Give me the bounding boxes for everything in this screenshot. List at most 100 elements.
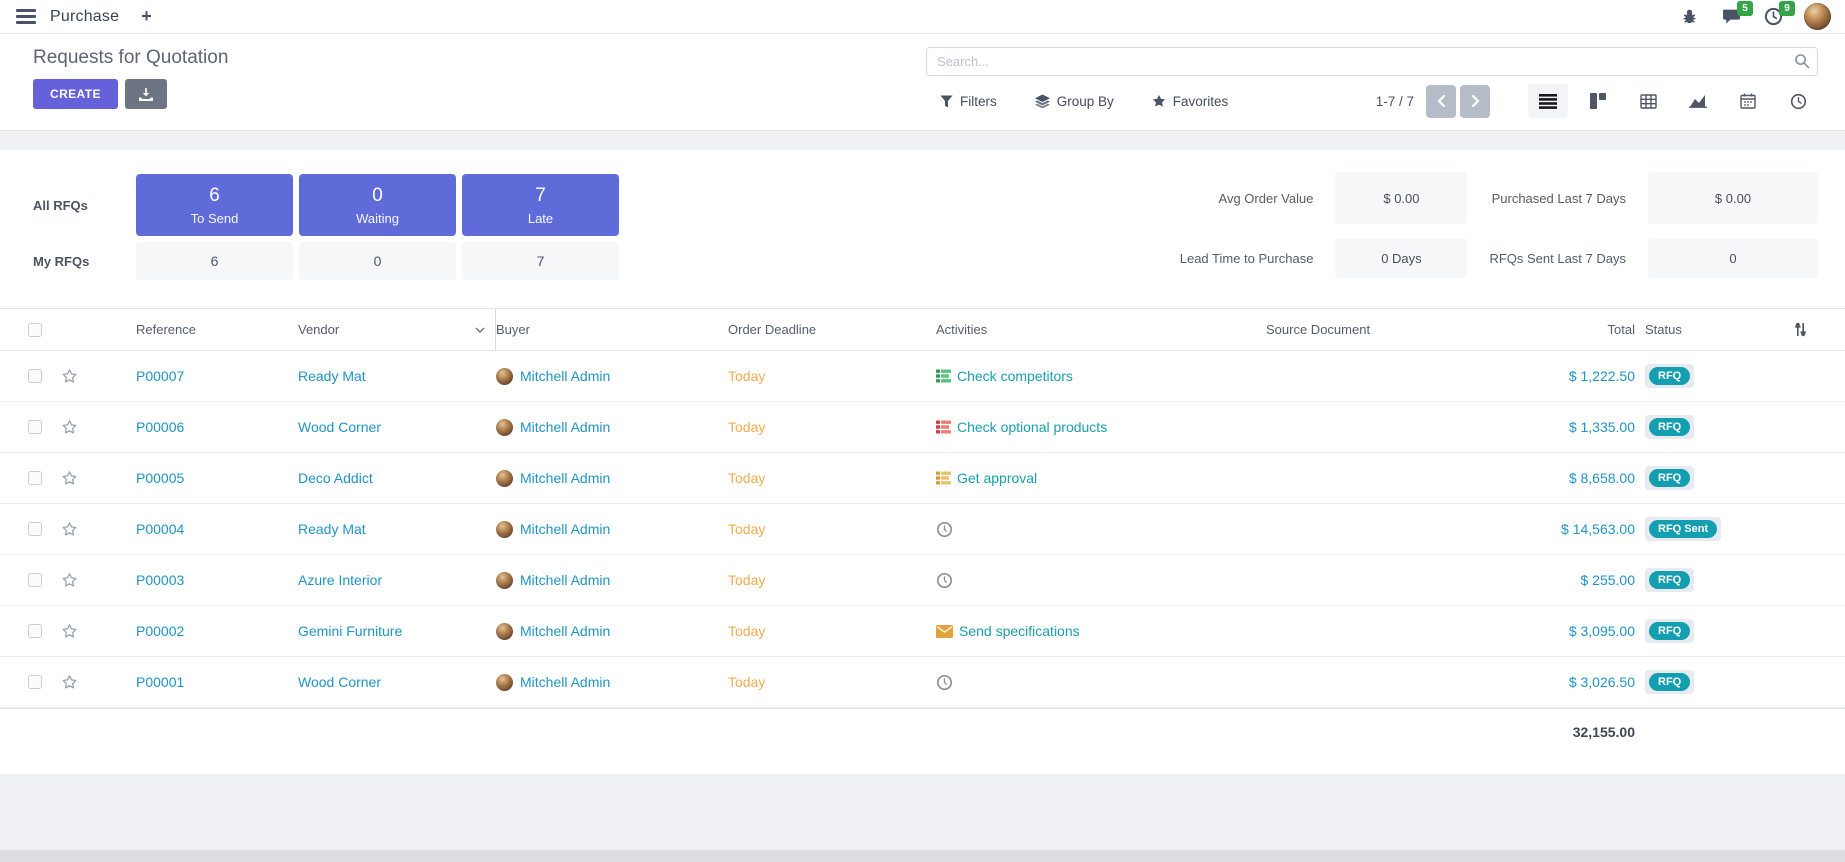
favorites-button[interactable]: Favorites — [1152, 94, 1229, 109]
activity-cell[interactable]: Check optional products — [936, 402, 1266, 452]
favorite-toggle[interactable] — [60, 351, 112, 401]
favorite-toggle[interactable] — [60, 504, 112, 554]
row-checkbox[interactable] — [28, 471, 42, 485]
activity-cell[interactable] — [936, 504, 1266, 554]
header-vendor[interactable]: Vendor — [274, 309, 496, 350]
row-checkbox[interactable] — [28, 573, 42, 587]
table-row[interactable]: P00007 Ready Mat Mitchell Admin Today Ch… — [0, 351, 1845, 402]
table-row[interactable]: P00003 Azure Interior Mitchell Admin Tod… — [0, 555, 1845, 606]
reference-link[interactable]: P00005 — [112, 453, 274, 503]
reference-link[interactable]: P00007 — [112, 351, 274, 401]
header-reference[interactable]: Reference — [112, 309, 274, 350]
search-icon[interactable] — [1794, 53, 1810, 69]
activity-label: Check optional products — [957, 419, 1107, 435]
header-activities[interactable]: Activities — [936, 309, 1266, 350]
activity-view-button[interactable] — [1778, 84, 1818, 118]
search-input[interactable] — [926, 47, 1818, 76]
user-avatar[interactable] — [1804, 3, 1831, 30]
activity-cell[interactable] — [936, 555, 1266, 605]
source-document — [1266, 504, 1466, 554]
kanban-view-button[interactable] — [1578, 84, 1618, 118]
activities-icon[interactable]: 9 — [1762, 6, 1784, 28]
row-checkbox[interactable] — [28, 522, 42, 536]
adjust-columns-button[interactable] — [1755, 309, 1845, 350]
reference-link[interactable]: P00003 — [112, 555, 274, 605]
pager-range: 1-7 / 7 — [1376, 94, 1414, 109]
new-window-icon[interactable]: + — [141, 6, 152, 27]
pager-next-button[interactable] — [1460, 85, 1490, 118]
vendor-link[interactable]: Ready Mat — [274, 351, 496, 401]
status-badge: RFQ — [1645, 568, 1694, 592]
vendor-link[interactable]: Azure Interior — [274, 555, 496, 605]
activity-cell[interactable] — [936, 657, 1266, 707]
source-document — [1266, 351, 1466, 401]
my-late-card[interactable]: 7 — [462, 242, 619, 280]
app-name[interactable]: Purchase — [50, 8, 119, 26]
calendar-view-icon — [1740, 93, 1756, 109]
status-badge: RFQ — [1645, 619, 1694, 643]
table-row[interactable]: P00004 Ready Mat Mitchell Admin Today $ … — [0, 504, 1845, 555]
kpi-card-late[interactable]: 7 Late — [462, 174, 619, 236]
vendor-link[interactable]: Ready Mat — [274, 504, 496, 554]
calendar-view-button[interactable] — [1728, 84, 1768, 118]
buyer-cell: Mitchell Admin — [496, 402, 728, 452]
graph-view-button[interactable] — [1678, 84, 1718, 118]
favorite-toggle[interactable] — [60, 657, 112, 707]
header-status[interactable]: Status — [1635, 309, 1755, 350]
table-row[interactable]: P00006 Wood Corner Mitchell Admin Today … — [0, 402, 1845, 453]
group-by-button[interactable]: Group By — [1035, 94, 1114, 109]
reference-link[interactable]: P00006 — [112, 402, 274, 452]
vendor-link[interactable]: Wood Corner — [274, 402, 496, 452]
table-row[interactable]: P00002 Gemini Furniture Mitchell Admin T… — [0, 606, 1845, 657]
table-row[interactable]: P00001 Wood Corner Mitchell Admin Today … — [0, 657, 1845, 708]
activity-label: Send specifications — [959, 623, 1080, 639]
buyer-avatar — [496, 368, 513, 385]
row-checkbox[interactable] — [28, 369, 42, 383]
activity-cell[interactable]: Send specifications — [936, 606, 1266, 656]
horizontal-scrollbar[interactable] — [0, 850, 1845, 862]
reference-link[interactable]: P00004 — [112, 504, 274, 554]
create-button[interactable]: CREATE — [33, 79, 118, 109]
row-checkbox[interactable] — [28, 420, 42, 434]
reference-link[interactable]: P00001 — [112, 657, 274, 707]
messages-icon[interactable]: 5 — [1720, 6, 1742, 28]
pager-prev-button[interactable] — [1426, 85, 1456, 118]
group-by-label: Group By — [1057, 94, 1114, 109]
star-icon — [60, 418, 79, 437]
late-label: Late — [528, 211, 553, 226]
my-to-send-card[interactable]: 6 — [136, 242, 293, 280]
favorite-toggle[interactable] — [60, 402, 112, 452]
favorite-toggle[interactable] — [60, 606, 112, 656]
chevron-down-icon[interactable] — [475, 327, 485, 333]
total-amount: $ 8,658.00 — [1466, 453, 1635, 503]
bug-icon[interactable] — [1678, 6, 1700, 28]
header-buyer[interactable]: Buyer — [496, 309, 728, 350]
kpi-card-to-send[interactable]: 6 To Send — [136, 174, 293, 236]
header-source-document[interactable]: Source Document — [1266, 309, 1466, 350]
row-checkbox[interactable] — [28, 675, 42, 689]
filters-button[interactable]: Filters — [940, 94, 997, 109]
favorite-toggle[interactable] — [60, 555, 112, 605]
list-view-button[interactable] — [1528, 84, 1568, 118]
chevron-left-icon — [1437, 95, 1446, 107]
vendor-link[interactable]: Wood Corner — [274, 657, 496, 707]
my-waiting-card[interactable]: 0 — [299, 242, 456, 280]
select-all-checkbox[interactable] — [28, 323, 42, 337]
pivot-view-button[interactable] — [1628, 84, 1668, 118]
favorite-toggle[interactable] — [60, 453, 112, 503]
vendor-link[interactable]: Gemini Furniture — [274, 606, 496, 656]
buyer-name: Mitchell Admin — [520, 572, 610, 588]
header-total[interactable]: Total — [1466, 309, 1635, 350]
order-deadline: Today — [728, 657, 936, 707]
menu-icon[interactable] — [16, 9, 36, 24]
vendor-link[interactable]: Deco Addict — [274, 453, 496, 503]
activity-cell[interactable]: Get approval — [936, 453, 1266, 503]
header-order-deadline[interactable]: Order Deadline — [728, 309, 936, 350]
kpi-card-waiting[interactable]: 0 Waiting — [299, 174, 456, 236]
export-button[interactable] — [125, 79, 167, 109]
my-rfqs-label: My RFQs — [33, 242, 130, 280]
reference-link[interactable]: P00002 — [112, 606, 274, 656]
row-checkbox[interactable] — [28, 624, 42, 638]
activity-cell[interactable]: Check competitors — [936, 351, 1266, 401]
table-row[interactable]: P00005 Deco Addict Mitchell Admin Today … — [0, 453, 1845, 504]
